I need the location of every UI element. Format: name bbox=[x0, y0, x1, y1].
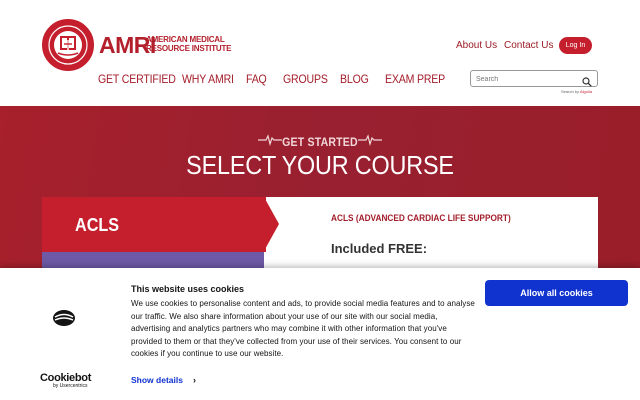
search-by-label: Search by bbox=[561, 89, 580, 94]
brand-line-1: AMERICAN MEDICAL bbox=[146, 35, 225, 44]
course-tab-label[interactable]: ACLS bbox=[75, 215, 119, 236]
course-tab-arrow bbox=[264, 197, 279, 251]
login-button[interactable]: Log In bbox=[559, 37, 592, 54]
search-input[interactable] bbox=[476, 73, 576, 85]
course-included-heading: Included FREE: bbox=[331, 241, 428, 256]
nav-exam-prep[interactable]: EXAM PREP bbox=[385, 72, 445, 86]
hero-kicker-row: GET STARTED bbox=[0, 133, 640, 151]
search-icon[interactable] bbox=[582, 74, 592, 87]
hero-title: SELECT YOUR COURSE bbox=[186, 150, 454, 180]
cookiebot-by: by Usercentrics bbox=[53, 383, 88, 389]
allow-all-cookies-button[interactable]: Allow all cookies bbox=[485, 280, 628, 306]
pulse-icon bbox=[358, 134, 382, 146]
site-header: AMRI AMERICAN MEDICAL RESOURCE INSTITUTE… bbox=[0, 0, 640, 106]
nav-why-amri[interactable]: WHY AMRI bbox=[182, 72, 234, 86]
course-full-name: ACLS (ADVANCED CARDIAC LIFE SUPPORT) bbox=[331, 213, 511, 223]
chevron-right-icon[interactable]: › bbox=[193, 375, 196, 385]
algolia-label[interactable]: Algolia bbox=[580, 89, 592, 94]
about-us-link[interactable]: About Us bbox=[456, 40, 497, 51]
nav-blog[interactable]: BLOG bbox=[340, 72, 369, 86]
hero-kicker: GET STARTED bbox=[282, 135, 358, 149]
brand-full-name: AMERICAN MEDICAL RESOURCE INSTITUTE bbox=[146, 35, 231, 53]
nav-groups[interactable]: GROUPS bbox=[283, 72, 328, 86]
contact-us-link[interactable]: Contact Us bbox=[504, 40, 553, 51]
cookie-title: This website uses cookies bbox=[131, 284, 245, 294]
show-details-link[interactable]: Show details bbox=[131, 375, 183, 385]
search-powered-by: Search by Algolia bbox=[561, 89, 592, 94]
seal-logo-icon[interactable] bbox=[42, 19, 94, 71]
cookiebot-icon bbox=[53, 310, 75, 326]
brand-line-2: RESOURCE INSTITUTE bbox=[146, 44, 232, 53]
nav-faq[interactable]: FAQ bbox=[246, 72, 267, 86]
search-box bbox=[470, 70, 598, 87]
cookie-body: We use cookies to personalise content an… bbox=[131, 299, 475, 358]
nav-get-certified[interactable]: GET CERTIFIED bbox=[98, 72, 176, 86]
